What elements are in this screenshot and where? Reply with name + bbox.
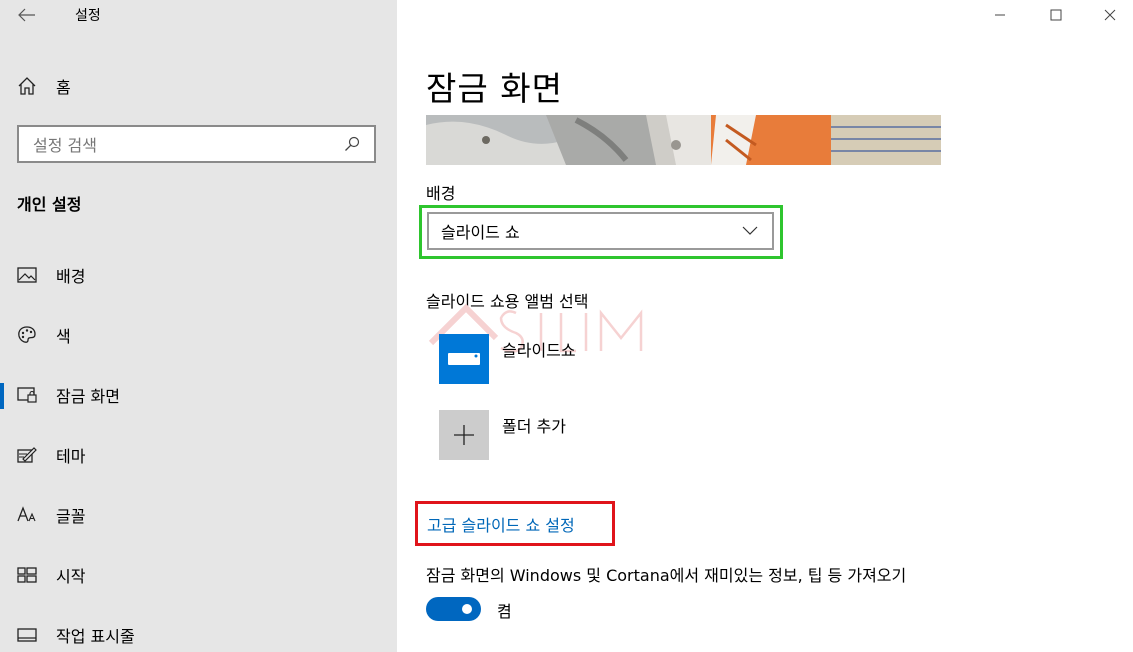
sidebar-item-fonts[interactable]: 글꼴 xyxy=(0,485,397,545)
sidebar-item-lock-screen[interactable]: 잠금 화면 xyxy=(0,365,397,425)
nav-home-label: 홈 xyxy=(56,78,71,97)
search-box[interactable]: 설정 검색 xyxy=(17,125,376,163)
sidebar-item-label: 테마 xyxy=(56,447,86,466)
sidebar-item-label: 글꼴 xyxy=(56,507,86,526)
app-title: 설정 xyxy=(75,8,101,24)
plus-icon xyxy=(439,410,489,460)
sidebar-item-label: 배경 xyxy=(56,267,86,286)
album-select-label: 슬라이드 쇼용 앨범 선택 xyxy=(426,292,589,311)
chevron-down-icon xyxy=(738,219,762,243)
taskbar-icon xyxy=(16,624,38,646)
start-icon xyxy=(16,564,38,586)
page-title: 잠금 화면 xyxy=(426,69,563,108)
add-folder-label: 폴더 추가 xyxy=(502,417,566,436)
sidebar-item-background[interactable]: 배경 xyxy=(0,245,397,305)
sidebar-item-label: 작업 표시줄 xyxy=(56,627,135,646)
close-button[interactable] xyxy=(1087,0,1133,30)
nav-list: 배경 색 잠금 화면 테마 글꼴 시작 작업 표시줄 xyxy=(0,245,397,652)
main-content: 잠금 화면 배경 슬라이드 쇼 슬라이드 쇼용 앨범 선택 슬라이드쇼 폴더 추… xyxy=(397,0,1133,652)
search-icon[interactable] xyxy=(342,134,362,154)
section-title: 개인 설정 xyxy=(17,195,82,214)
background-dropdown[interactable]: 슬라이드 쇼 xyxy=(427,212,774,250)
minimize-icon xyxy=(995,14,1005,16)
toggle-knob xyxy=(462,604,472,614)
font-icon xyxy=(16,504,38,526)
palette-icon xyxy=(16,324,38,346)
lock-screen-preview xyxy=(426,115,941,165)
maximize-button[interactable] xyxy=(1033,0,1079,30)
tips-toggle[interactable] xyxy=(426,597,481,621)
maximize-icon xyxy=(1050,9,1062,21)
sidebar-item-taskbar[interactable]: 작업 표시줄 xyxy=(0,605,397,652)
home-icon xyxy=(16,75,38,97)
album-item-slideshow[interactable]: 슬라이드쇼 xyxy=(439,334,839,384)
lock-screen-icon xyxy=(16,384,38,406)
back-button[interactable] xyxy=(14,4,40,26)
back-arrow-icon xyxy=(18,8,35,22)
tips-label: 잠금 화면의 Windows 및 Cortana에서 재미있는 정보, 팁 등 … xyxy=(426,566,907,585)
add-folder-button[interactable]: 폴더 추가 xyxy=(439,410,839,460)
picture-folder-icon xyxy=(439,334,489,384)
sidebar: 설정 홈 설정 검색 개인 설정 배경 색 잠금 화면 테마 글꼴 시작 작업 … xyxy=(0,0,397,652)
sidebar-item-start[interactable]: 시작 xyxy=(0,545,397,605)
image-icon xyxy=(16,264,38,286)
theme-icon xyxy=(16,444,38,466)
sidebar-item-label: 시작 xyxy=(56,567,86,586)
sidebar-item-label: 잠금 화면 xyxy=(56,387,120,406)
close-icon xyxy=(1104,9,1116,21)
background-dropdown-value: 슬라이드 쇼 xyxy=(441,223,520,242)
sidebar-item-color[interactable]: 색 xyxy=(0,305,397,365)
background-label: 배경 xyxy=(426,184,456,203)
sidebar-item-label: 색 xyxy=(56,327,71,346)
search-input[interactable]: 설정 검색 xyxy=(33,132,342,156)
minimize-button[interactable] xyxy=(977,0,1023,30)
tips-toggle-state: 켬 xyxy=(497,602,512,621)
sidebar-item-theme[interactable]: 테마 xyxy=(0,425,397,485)
album-item-label: 슬라이드쇼 xyxy=(502,341,576,360)
nav-home[interactable]: 홈 xyxy=(0,70,397,102)
advanced-slideshow-settings-link[interactable]: 고급 슬라이드 쇼 설정 xyxy=(427,512,575,536)
